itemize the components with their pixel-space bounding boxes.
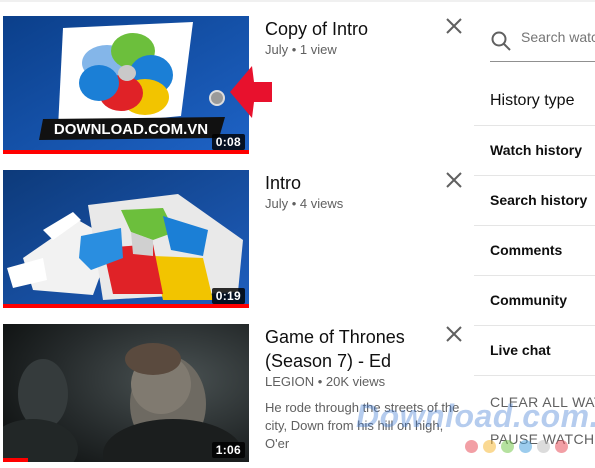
video-title[interactable]: Game of Thrones (Season 7) - Ed <box>265 325 445 373</box>
history-option-search[interactable]: Search history <box>490 192 587 208</box>
arrow-annotation <box>230 66 272 118</box>
history-type-heading: History type <box>490 92 575 109</box>
watch-progress-bar <box>3 304 249 308</box>
video-duration: 0:08 <box>211 134 245 150</box>
video-meta: July • 1 view <box>265 42 337 57</box>
divider <box>474 375 595 376</box>
divider <box>474 275 595 276</box>
close-icon[interactable] <box>443 169 465 191</box>
divider <box>474 225 595 226</box>
history-option-watch[interactable]: Watch history <box>490 142 582 158</box>
watch-progress-bar <box>3 150 249 154</box>
video-meta: July • 4 views <box>265 196 344 211</box>
search-box[interactable] <box>490 20 595 62</box>
history-option-live-chat[interactable]: Live chat <box>490 342 551 358</box>
close-icon[interactable] <box>443 15 465 37</box>
history-option-community[interactable]: Community <box>490 292 567 308</box>
video-title[interactable]: Copy of Intro <box>265 17 445 41</box>
video-description: He rode through the streets of the city,… <box>265 400 460 451</box>
divider <box>474 325 595 326</box>
close-icon[interactable] <box>443 323 465 345</box>
pause-history-button[interactable]: PAUSE WATCH HISTORY <box>490 431 595 447</box>
video-thumbnail[interactable]: DOWNLOAD.COM.VN 0:08 <box>3 16 249 154</box>
divider <box>474 125 595 126</box>
history-option-comments[interactable]: Comments <box>490 242 562 258</box>
video-title[interactable]: Intro <box>265 171 445 195</box>
search-input[interactable] <box>521 29 595 45</box>
video-thumbnail[interactable]: 1:06 <box>3 324 249 462</box>
video-duration: 0:19 <box>211 288 245 304</box>
search-icon[interactable] <box>490 30 512 52</box>
watch-progress-bar <box>3 458 28 462</box>
history-sidebar: History type Watch history Search histor… <box>474 0 595 468</box>
divider <box>474 175 595 176</box>
video-thumbnail[interactable]: 0:19 <box>3 170 249 308</box>
clear-all-history-button[interactable]: CLEAR ALL WATCH HISTORY <box>490 394 595 410</box>
thumb-watermark: DOWNLOAD.COM.VN <box>54 121 208 138</box>
video-duration: 1:06 <box>211 442 245 458</box>
video-meta: LEGION • 20K views <box>265 374 386 389</box>
